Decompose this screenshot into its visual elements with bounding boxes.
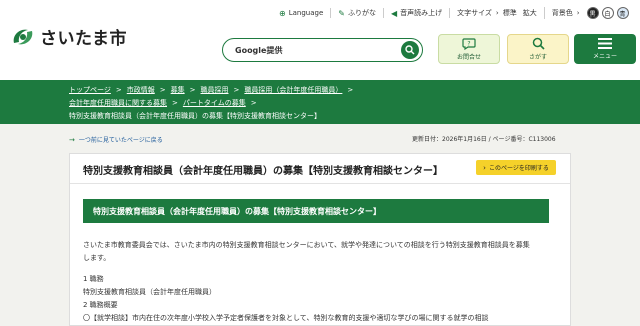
background-color-control: 背景色 › 黒 白 青 [543, 7, 636, 19]
furigana-link[interactable]: ✎ ふりがな [330, 8, 383, 18]
svg-text:?: ? [467, 40, 470, 47]
search-button[interactable] [401, 41, 419, 59]
back-link[interactable]: → 一つ前に見ていたページに戻る [69, 135, 163, 145]
breadcrumb-separator: > [347, 86, 354, 94]
breadcrumb-fiscal-staff[interactable]: 職員採用（会計年度任用職員） [244, 86, 342, 94]
back-link-label: 一つ前に見ていたページに戻る [78, 137, 163, 144]
speech-bubble-icon: ? [462, 37, 476, 50]
breadcrumb-current: 特別支援教育相談員（会計年度任用職員）の募集【特別支援教育相談センター】 [69, 112, 321, 120]
breadcrumb-city-info[interactable]: 市政情報 [127, 86, 155, 94]
breadcrumb: トップページ > 市政情報 > 募集 > 職員採用 > 職員採用（会計年度任用職員） > 会計年度… [0, 80, 640, 124]
hamburger-icon [598, 38, 612, 49]
read-aloud-link[interactable]: ◀ 音声読み上げ [382, 8, 449, 18]
divider [70, 183, 570, 184]
inquiry-button[interactable]: ? お問合せ [438, 34, 500, 64]
text-size-standard[interactable]: 標準 [503, 8, 517, 18]
site-logo-text: さいたま市 [40, 29, 127, 49]
breadcrumb-separator: > [250, 99, 257, 107]
page-meta: 更新日付：2026年1月16日 / ページ番号：C113006 [412, 136, 556, 143]
bg-white-button[interactable]: 白 [601, 7, 614, 19]
furigana-icon: ✎ [338, 8, 345, 18]
breadcrumb-separator: > [159, 86, 166, 94]
bg-color-chevron-icon: › [576, 9, 580, 17]
furigana-label: ふりがな [347, 9, 376, 17]
item1-body: 特別支援教育相談員（会計年度任用職員） [83, 288, 216, 296]
breadcrumb-separator: > [172, 99, 178, 107]
menu-label: メニュー [592, 53, 617, 60]
item2-heading: 2 職務概要 [83, 301, 118, 309]
search-input[interactable]: Google提供 [235, 45, 401, 56]
site-logo[interactable]: さいたま市 [10, 24, 127, 49]
search-icon [405, 45, 415, 55]
text-size-chevron-icon: › [495, 9, 499, 17]
item1-heading: 1 職務 [83, 275, 104, 283]
breadcrumb-top[interactable]: トップページ [69, 86, 111, 94]
chevron-right-icon: › [483, 163, 486, 172]
breadcrumb-line-1: トップページ > 市政情報 > 募集 > 職員採用 > 職員採用（会計年度任用職員） > [69, 84, 640, 97]
breadcrumb-separator: > [189, 86, 196, 94]
breadcrumb-recruit[interactable]: 募集 [171, 86, 185, 94]
magnifier-icon [532, 37, 545, 50]
arrow-left-icon: → [69, 135, 75, 144]
find-button[interactable]: さがす [507, 34, 569, 64]
read-aloud-label: 音声読み上げ [400, 9, 443, 17]
language-link[interactable]: ⊕ Language [272, 9, 330, 18]
menu-button[interactable]: メニュー [574, 34, 636, 64]
site-search[interactable]: Google提供 [222, 38, 423, 62]
page-title: 特別支援教育相談員（会計年度任用職員）の募集【特別支援教育相談センター】 [83, 166, 443, 177]
text-size-control: 文字サイズ › 標準 拡大 [449, 8, 544, 18]
breadcrumb-staff[interactable]: 職員採用 [201, 86, 229, 94]
breadcrumb-separator: > [233, 86, 240, 94]
text-size-large[interactable]: 拡大 [523, 8, 537, 18]
city-emblem-icon [13, 29, 33, 44]
bg-color-label: 背景色 [551, 9, 573, 17]
breadcrumb-separator: > [115, 86, 122, 94]
print-button[interactable]: › このページを印刷する [476, 160, 556, 175]
site-header: さいたま市 ⊕ Language ✎ ふりがな ◀ 音声読み上げ 文字サイズ ›… [0, 0, 640, 80]
breadcrumb-parttime[interactable]: パートタイムの募集 [183, 99, 246, 107]
globe-icon: ⊕ [279, 8, 286, 18]
bg-blue-button[interactable]: 青 [616, 7, 629, 19]
utility-bar: ⊕ Language ✎ ふりがな ◀ 音声読み上げ 文字サイズ › 標準 拡大… [272, 5, 636, 21]
section-heading: 特別支援教育相談員（会計年度任用職員）の募集【特別支援教育相談センター】 [83, 199, 549, 223]
speaker-icon: ◀ [390, 8, 398, 18]
language-label: Language [288, 9, 324, 17]
find-label: さがす [528, 54, 547, 61]
intro-line-1: さいたま市教育委員会では、さいたま市内の特別支援教育相談センターにおいて、就学や… [83, 241, 530, 249]
text-size-label: 文字サイズ [457, 9, 492, 17]
inquiry-label: お問合せ [456, 53, 481, 61]
breadcrumb-line-2: 会計年度任用職員に関する募集 > パートタイムの募集 > [69, 97, 640, 110]
breadcrumb-fiscal-recruit[interactable]: 会計年度任用職員に関する募集 [69, 99, 167, 107]
intro-line-2: します。 [83, 254, 111, 262]
item2-body: 〇【就学相談】市内在住の次年度小学校入学予定者保護者を対象として、特別な教育的支… [83, 314, 489, 322]
main-content: 特別支援教育相談員（会計年度任用職員）の募集【特別支援教育相談センター】 › こ… [69, 153, 571, 326]
bg-black-button[interactable]: 黒 [586, 7, 599, 19]
print-label: このページを印刷する [488, 165, 549, 172]
article-body: さいたま市教育委員会では、さいたま市内の特別支援教育相談センターにおいて、就学や… [83, 239, 553, 325]
